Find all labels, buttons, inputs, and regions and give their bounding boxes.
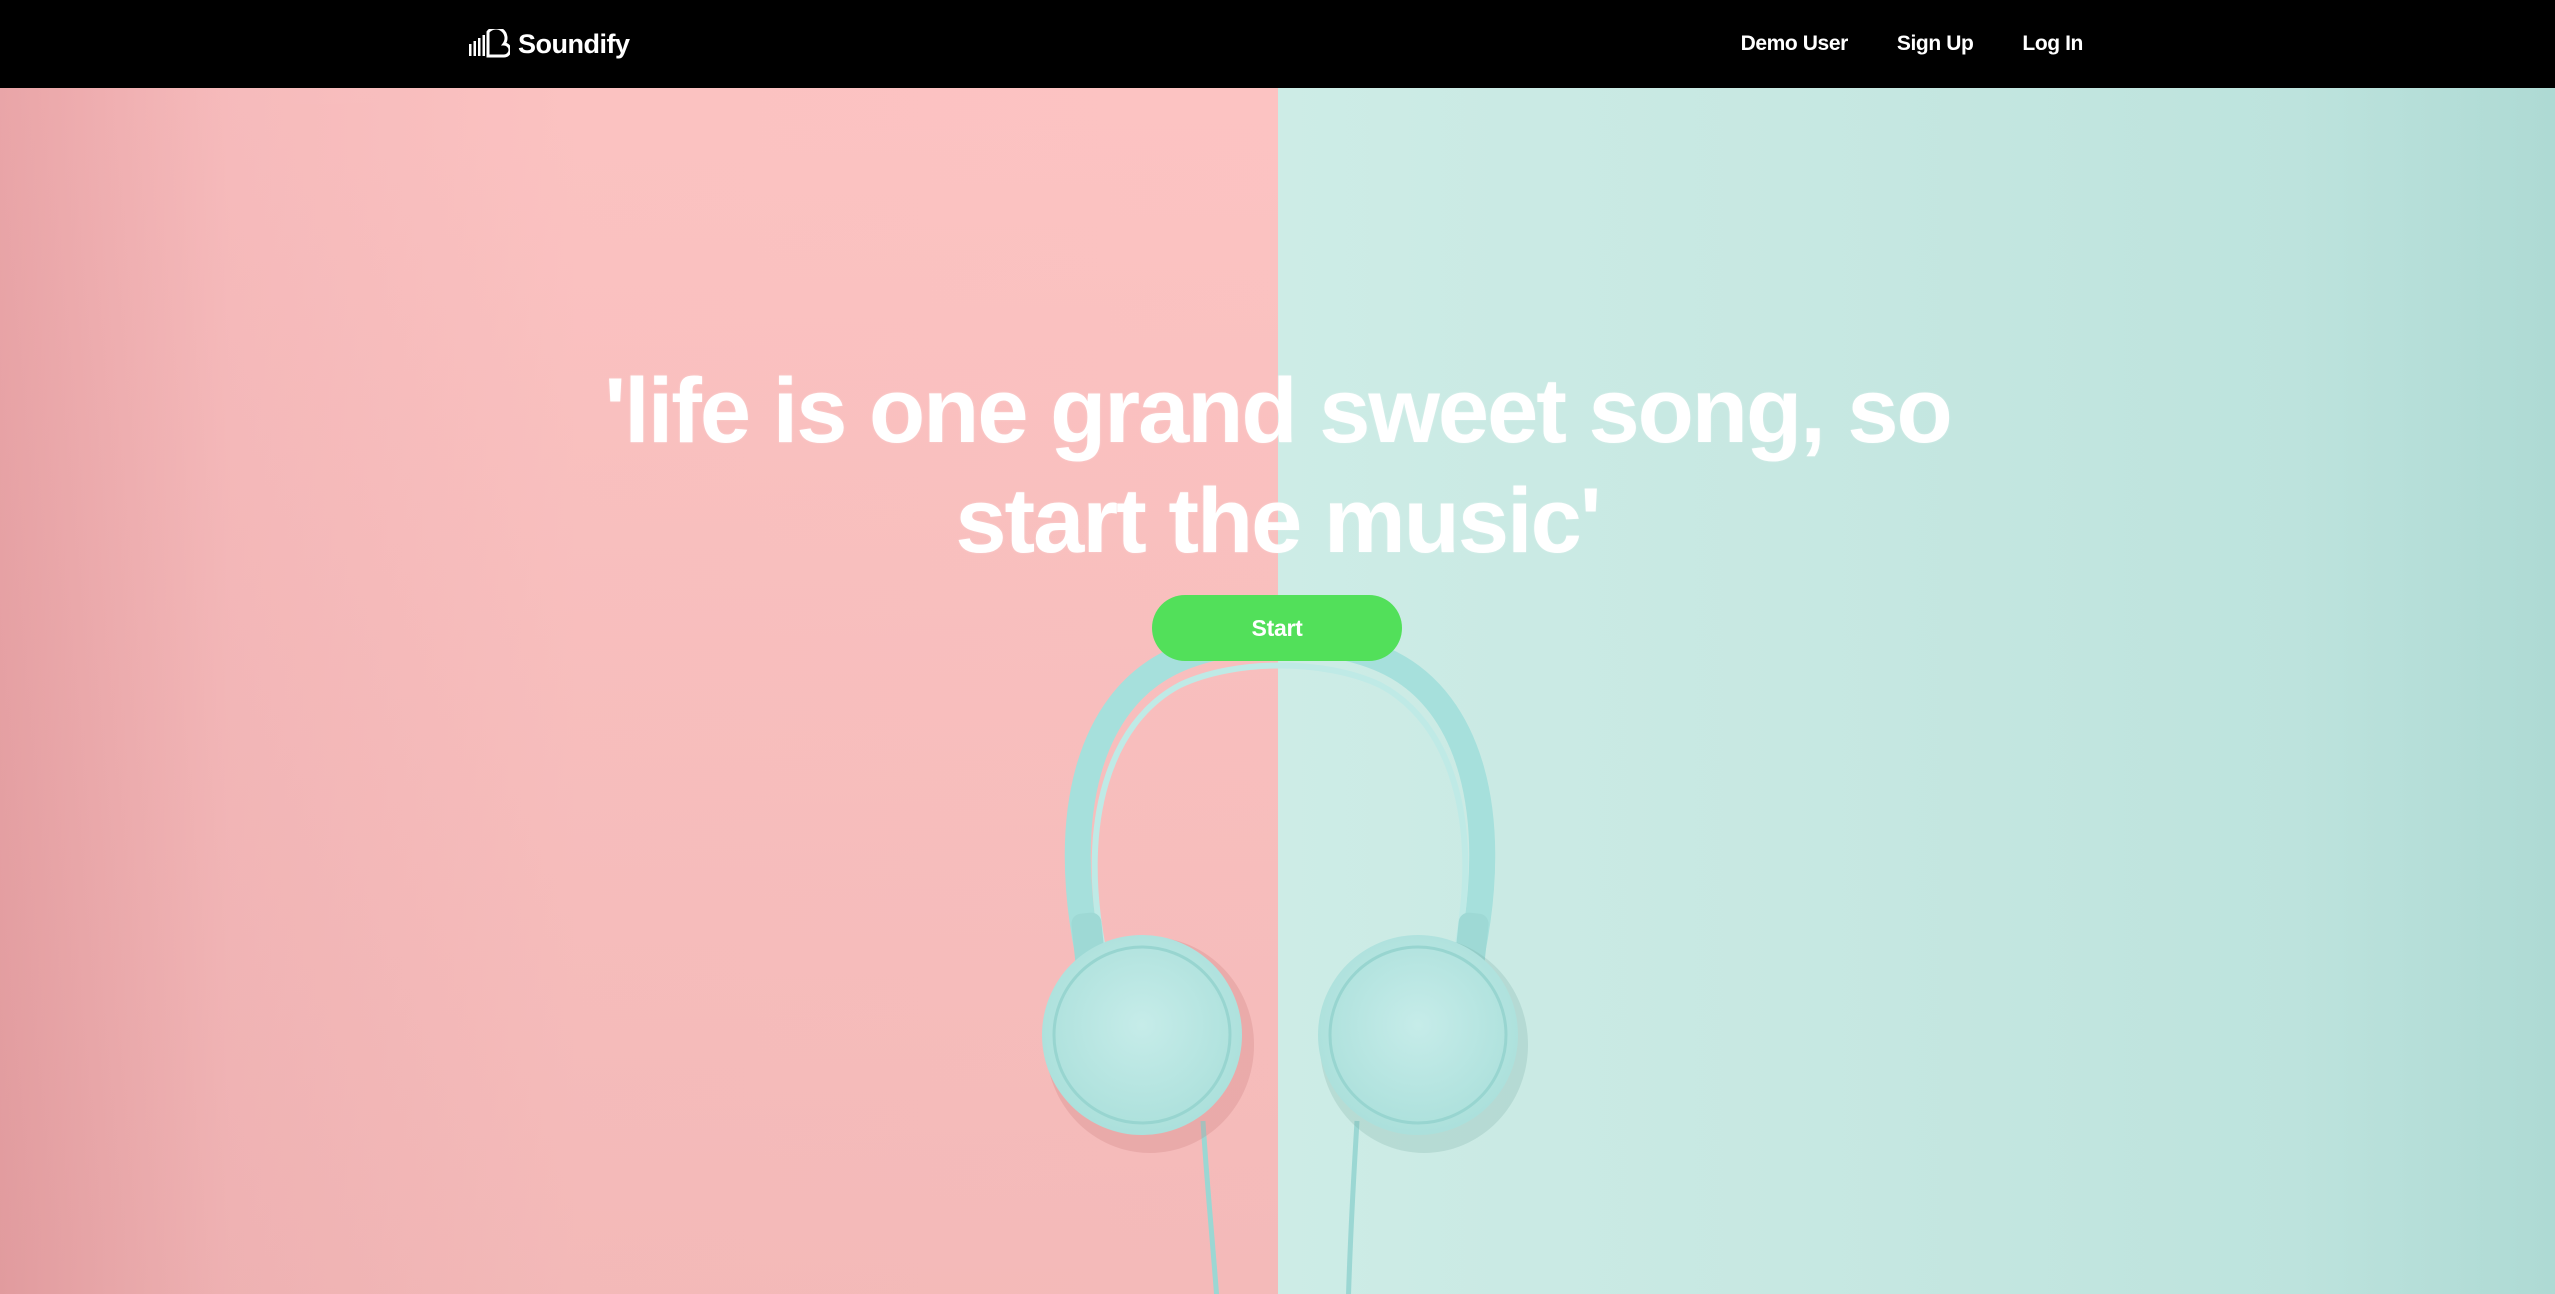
top-navbar: Soundify Demo User Sign Up Log In bbox=[0, 0, 2555, 88]
log-in-link[interactable]: Log In bbox=[2022, 32, 2083, 56]
sign-up-link[interactable]: Sign Up bbox=[1897, 32, 1974, 56]
demo-user-link[interactable]: Demo User bbox=[1741, 32, 1849, 56]
hero-quote: 'life is one grand sweet song, so start … bbox=[604, 360, 1952, 572]
headphones-image bbox=[1042, 627, 1528, 1294]
hero-section: 'life is one grand sweet song, so start … bbox=[0, 88, 2555, 1294]
brand-logo-link[interactable]: Soundify bbox=[468, 26, 630, 62]
soundcloud-logo-icon bbox=[469, 29, 510, 58]
start-button[interactable]: Start bbox=[1152, 595, 1402, 661]
brand-name: Soundify bbox=[518, 28, 630, 59]
nav-links: Demo User Sign Up Log In bbox=[1741, 0, 2084, 88]
